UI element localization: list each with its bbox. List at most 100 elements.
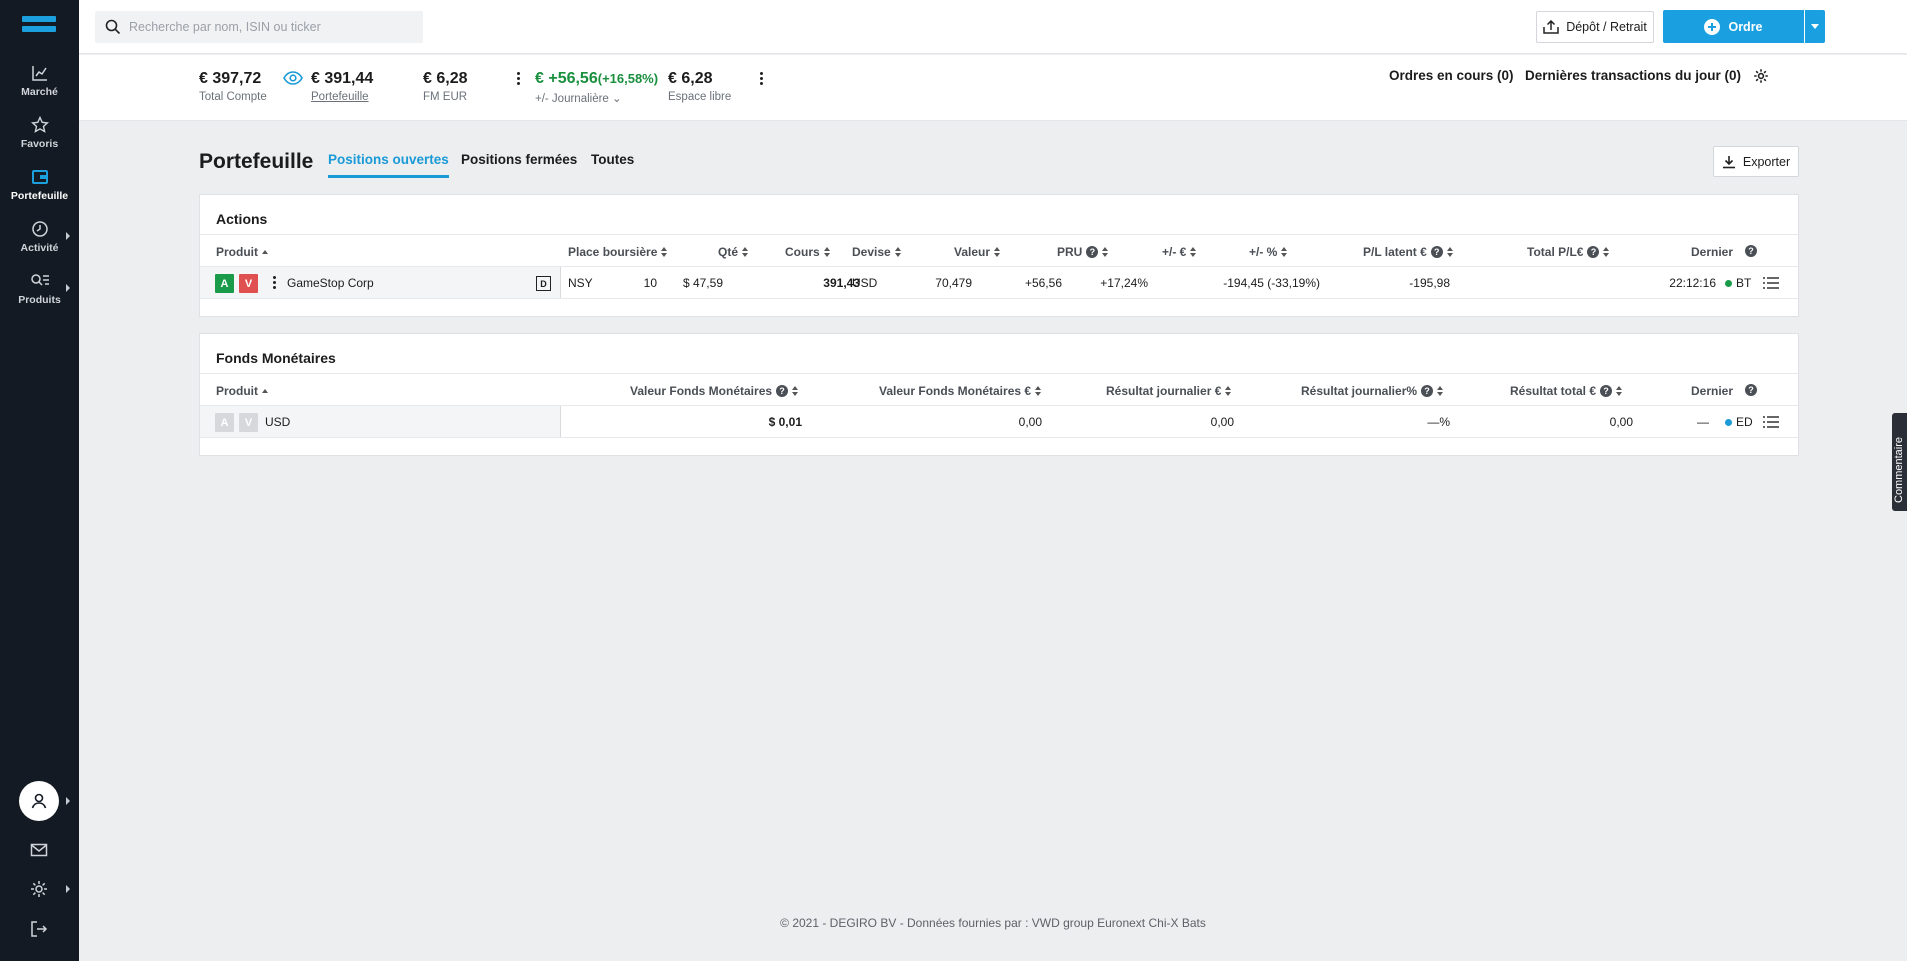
sidebar: Marché Favoris Portefeuille Activité Pro… xyxy=(0,0,79,961)
sidebar-item-label: Marché xyxy=(21,86,58,98)
col-label: P/L latent € xyxy=(1363,245,1427,259)
col-help[interactable]: ? xyxy=(1745,245,1757,257)
help-icon[interactable]: ? xyxy=(1421,385,1434,397)
degiro-logo[interactable] xyxy=(22,16,56,38)
ordre-button[interactable]: Ordre xyxy=(1663,10,1804,43)
col-produit[interactable]: Produit xyxy=(216,384,268,398)
chevron-down-icon[interactable] xyxy=(1785,74,1793,79)
col-pru[interactable]: PRU? xyxy=(1057,245,1109,259)
sidebar-item-favoris[interactable]: Favoris xyxy=(0,116,79,150)
search-list-icon xyxy=(30,274,49,286)
col-label: Dernier xyxy=(1691,245,1734,259)
col-qte[interactable]: Qté xyxy=(718,245,749,259)
total-compte-value: € 397,72 xyxy=(199,70,262,87)
col-cours[interactable]: Cours xyxy=(785,245,831,259)
tab-toutes[interactable]: Toutes xyxy=(591,152,634,167)
help-icon[interactable]: ? xyxy=(1430,246,1443,258)
product-name[interactable]: USD xyxy=(265,415,290,429)
help-icon[interactable]: ? xyxy=(1587,246,1600,258)
sort-icon xyxy=(823,247,831,257)
mail-icon[interactable] xyxy=(29,840,49,860)
star-icon xyxy=(30,116,49,133)
cours-value: $ 47,59 xyxy=(682,276,723,290)
sort-icon xyxy=(1281,247,1288,257)
col-plus-moins-pct[interactable]: +/- % xyxy=(1249,245,1288,259)
product-cell: A V USD xyxy=(200,406,561,437)
dernier-value: 22:12:16 xyxy=(1669,276,1716,290)
daily-change-selector[interactable]: +/- Journalière ⌄ xyxy=(535,91,658,105)
col-label: Cours xyxy=(785,245,820,259)
col-valeur[interactable]: Valeur xyxy=(954,245,1001,259)
table-row[interactable]: A V USD $ 0,01 0,00 0,00 —% 0,00 — ED xyxy=(200,406,1798,438)
pl-latent-value: -194,45 (-33,19%) xyxy=(1223,276,1320,290)
col-resultat-journalier-pct[interactable]: Résultat journalier%? xyxy=(1301,384,1444,398)
sidebar-item-label: Portefeuille xyxy=(10,190,69,202)
transactions-du-jour-link[interactable]: Dernières transactions du jour (0) xyxy=(1525,68,1741,83)
valeur-fm-eur-value: 0,00 xyxy=(1018,415,1042,429)
search-icon xyxy=(105,19,121,35)
export-button[interactable]: Exporter xyxy=(1713,146,1799,177)
more-options-icon[interactable] xyxy=(273,276,277,291)
user-avatar[interactable] xyxy=(19,781,59,821)
sell-button[interactable]: V xyxy=(239,274,258,293)
tab-positions-ouvertes[interactable]: Positions ouvertes xyxy=(328,152,449,178)
col-resultat-total[interactable]: Résultat total €? xyxy=(1510,384,1623,398)
col-devise[interactable]: Devise xyxy=(852,245,902,259)
ordres-en-cours-link[interactable]: Ordres en cours (0) xyxy=(1389,68,1514,83)
eye-icon[interactable] xyxy=(283,71,303,85)
col-place[interactable]: Place boursière xyxy=(568,245,668,259)
search-input[interactable] xyxy=(129,20,409,34)
upload-icon xyxy=(1543,20,1559,34)
gear-icon[interactable] xyxy=(29,879,49,899)
help-icon[interactable]: ? xyxy=(1600,385,1613,397)
help-icon[interactable]: ? xyxy=(1086,246,1099,258)
qte-value: 10 xyxy=(643,276,657,290)
list-icon[interactable] xyxy=(1763,415,1779,429)
portefeuille-value: € 391,44 xyxy=(311,70,374,87)
exchange-label: ED xyxy=(1736,415,1753,429)
sort-asc-icon xyxy=(262,389,268,393)
sort-icon xyxy=(1446,247,1454,257)
col-valeur-fm[interactable]: Valeur Fonds Monétaires? xyxy=(630,384,799,398)
col-valeur-fm-eur[interactable]: Valeur Fonds Monétaires € xyxy=(879,384,1042,398)
sidebar-item-activite[interactable]: Activité xyxy=(0,220,79,254)
col-resultat-journalier[interactable]: Résultat journalier € xyxy=(1106,384,1232,398)
depot-retrait-button[interactable]: Dépôt / Retrait xyxy=(1536,11,1654,43)
col-total-pl[interactable]: Total P/L€? xyxy=(1527,245,1610,259)
more-options-icon[interactable] xyxy=(760,72,764,87)
help-icon[interactable]: ? xyxy=(1745,245,1757,257)
chevron-right-icon xyxy=(66,885,70,893)
col-label: Place boursière xyxy=(568,245,658,259)
sort-icon xyxy=(1225,386,1232,396)
commentaire-label: Commentaire xyxy=(1893,436,1905,503)
logout-icon[interactable] xyxy=(29,919,49,939)
commentaire-tab[interactable]: Commentaire xyxy=(1892,413,1907,511)
sort-icon xyxy=(894,247,902,257)
list-icon[interactable] xyxy=(1763,276,1779,290)
portefeuille-summary[interactable]: € 391,44 Portefeuille xyxy=(311,70,373,103)
help-icon[interactable]: ? xyxy=(776,385,789,397)
portefeuille-link[interactable]: Portefeuille xyxy=(311,91,373,103)
col-pl-latent[interactable]: P/L latent €? xyxy=(1363,245,1454,259)
valeur-fm-value: $ 0,01 xyxy=(768,415,802,429)
search-box[interactable] xyxy=(95,11,423,43)
ordre-dropdown-button[interactable] xyxy=(1805,10,1825,43)
sidebar-item-portefeuille[interactable]: Portefeuille xyxy=(0,168,79,202)
daily-change-value: € +56,56 xyxy=(535,70,598,87)
col-help[interactable]: ? xyxy=(1745,384,1757,396)
actions-title: Actions xyxy=(216,211,268,227)
tab-positions-fermees[interactable]: Positions fermées xyxy=(461,152,577,167)
fonds-monetaires-card: Fonds Monétaires Produit Valeur Fonds Mo… xyxy=(199,333,1799,456)
col-plus-moins-eur[interactable]: +/- € xyxy=(1162,245,1197,259)
col-produit[interactable]: Produit xyxy=(216,245,268,259)
more-options-icon[interactable] xyxy=(517,72,521,87)
product-name[interactable]: GameStop Corp xyxy=(287,276,374,290)
gear-icon[interactable] xyxy=(1753,68,1769,84)
table-row[interactable]: A V GameStop Corp D NSY 10 $ 47,59 USD 3… xyxy=(200,267,1798,299)
sidebar-item-marche[interactable]: Marché xyxy=(0,64,79,98)
sidebar-item-produits[interactable]: Produits xyxy=(0,272,79,306)
col-dernier: Dernier xyxy=(1691,245,1733,259)
buy-button[interactable]: A xyxy=(215,274,234,293)
help-icon[interactable]: ? xyxy=(1745,384,1757,396)
total-compte-label: Total Compte xyxy=(199,91,267,103)
